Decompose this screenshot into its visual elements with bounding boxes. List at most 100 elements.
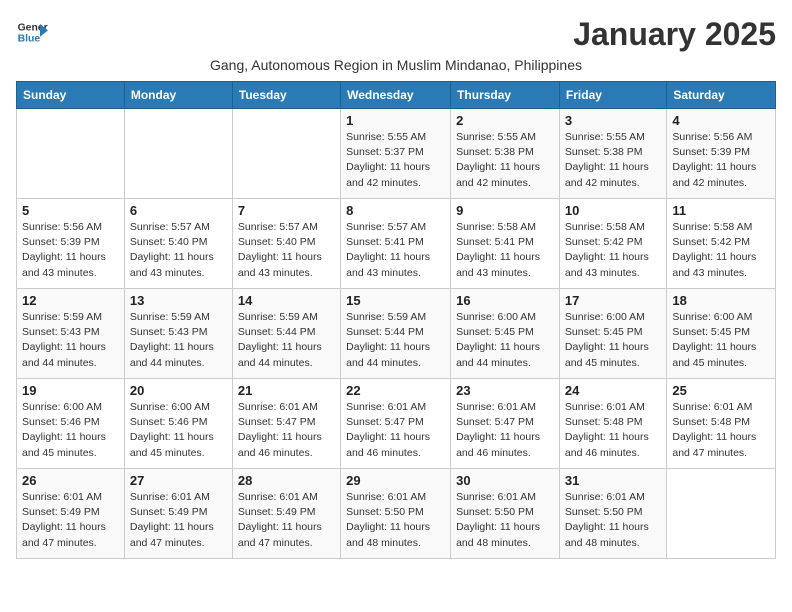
calendar-cell: 18Sunrise: 6:00 AM Sunset: 5:45 PM Dayli… [667, 289, 776, 379]
day-info: Sunrise: 5:56 AM Sunset: 5:39 PM Dayligh… [672, 130, 770, 191]
calendar-cell: 23Sunrise: 6:01 AM Sunset: 5:47 PM Dayli… [451, 379, 560, 469]
calendar-cell: 21Sunrise: 6:01 AM Sunset: 5:47 PM Dayli… [232, 379, 340, 469]
day-number: 8 [346, 203, 445, 218]
day-info: Sunrise: 6:01 AM Sunset: 5:47 PM Dayligh… [238, 400, 335, 461]
page-subtitle: Gang, Autonomous Region in Muslim Mindan… [16, 57, 776, 73]
day-info: Sunrise: 5:55 AM Sunset: 5:38 PM Dayligh… [565, 130, 661, 191]
day-number: 17 [565, 293, 661, 308]
day-number: 10 [565, 203, 661, 218]
calendar-cell: 2Sunrise: 5:55 AM Sunset: 5:38 PM Daylig… [451, 109, 560, 199]
calendar-cell: 25 Sunrise: 6:01 AM Sunset: 5:48 PM Dayli… [667, 379, 776, 469]
day-number: 26 [22, 473, 119, 488]
title-block: January 2025 [573, 16, 776, 53]
calendar-cell: 6 Sunrise: 5:57 AM Sunset: 5:40 PM Daylig… [124, 199, 232, 289]
day-info: Sunrise: 5:59 AM Sunset: 5:43 PM Dayligh… [22, 310, 119, 371]
calendar-cell: 9 Sunrise: 5:58 AM Sunset: 5:41 PM Daylig… [451, 199, 560, 289]
day-number: 30 [456, 473, 554, 488]
day-info: Sunrise: 6:01 AM Sunset: 5:50 PM Dayligh… [456, 490, 554, 551]
day-number: 22 [346, 383, 445, 398]
day-number: 1 [346, 113, 445, 128]
calendar-cell: 27Sunrise: 6:01 AM Sunset: 5:49 PM Dayli… [124, 469, 232, 559]
day-info: Sunrise: 5:57 AM Sunset: 5:41 PM Dayligh… [346, 220, 445, 281]
calendar-cell: 16 Sunrise: 6:00 AM Sunset: 5:45 PM Dayli… [451, 289, 560, 379]
calendar-table: SundayMondayTuesdayWednesdayThursdayFrid… [16, 81, 776, 559]
day-number: 14 [238, 293, 335, 308]
day-number: 7 [238, 203, 335, 218]
calendar-cell: 8 Sunrise: 5:57 AM Sunset: 5:41 PM Daylig… [341, 199, 451, 289]
calendar-week-5: 26 Sunrise: 6:01 AM Sunset: 5:49 PM Dayli… [17, 469, 776, 559]
calendar-cell: 22Sunrise: 6:01 AM Sunset: 5:47 PM Dayli… [341, 379, 451, 469]
calendar-cell: 30 Sunrise: 6:01 AM Sunset: 5:50 PM Dayli… [451, 469, 560, 559]
calendar-cell: 12 Sunrise: 5:59 AM Sunset: 5:43 PM Dayli… [17, 289, 125, 379]
day-number: 11 [672, 203, 770, 218]
calendar-cell: 4 Sunrise: 5:56 AM Sunset: 5:39 PM Daylig… [667, 109, 776, 199]
day-info: Sunrise: 6:01 AM Sunset: 5:48 PM Dayligh… [565, 400, 661, 461]
calendar-cell [667, 469, 776, 559]
day-info: Sunrise: 5:58 AM Sunset: 5:42 PM Dayligh… [565, 220, 661, 281]
calendar-week-2: 5 Sunrise: 5:56 AM Sunset: 5:39 PM Daylig… [17, 199, 776, 289]
calendar-cell: 28Sunrise: 6:01 AM Sunset: 5:49 PM Dayli… [232, 469, 340, 559]
calendar-cell: 10 Sunrise: 5:58 AM Sunset: 5:42 PM Dayli… [559, 199, 666, 289]
day-info: Sunrise: 5:55 AM Sunset: 5:37 PM Dayligh… [346, 130, 445, 191]
day-info: Sunrise: 6:01 AM Sunset: 5:49 PM Dayligh… [22, 490, 119, 551]
calendar-cell: 5 Sunrise: 5:56 AM Sunset: 5:39 PM Daylig… [17, 199, 125, 289]
calendar-cell: 11 Sunrise: 5:58 AM Sunset: 5:42 PM Dayli… [667, 199, 776, 289]
calendar-cell: 29 Sunrise: 6:01 AM Sunset: 5:50 PM Dayli… [341, 469, 451, 559]
calendar-cell: 24 Sunrise: 6:01 AM Sunset: 5:48 PM Dayli… [559, 379, 666, 469]
logo: General Blue [16, 16, 48, 48]
day-info: Sunrise: 5:58 AM Sunset: 5:41 PM Dayligh… [456, 220, 554, 281]
day-info: Sunrise: 5:59 AM Sunset: 5:43 PM Dayligh… [130, 310, 227, 371]
weekday-friday: Friday [559, 82, 666, 109]
day-info: Sunrise: 5:59 AM Sunset: 5:44 PM Dayligh… [346, 310, 445, 371]
day-number: 25 [672, 383, 770, 398]
weekday-monday: Monday [124, 82, 232, 109]
svg-text:Blue: Blue [18, 34, 41, 45]
day-number: 4 [672, 113, 770, 128]
day-info: Sunrise: 6:01 AM Sunset: 5:50 PM Dayligh… [565, 490, 661, 551]
logo-icon: General Blue [16, 16, 48, 48]
day-info: Sunrise: 5:56 AM Sunset: 5:39 PM Dayligh… [22, 220, 119, 281]
calendar-cell: 15 Sunrise: 5:59 AM Sunset: 5:44 PM Dayli… [341, 289, 451, 379]
day-number: 12 [22, 293, 119, 308]
day-number: 9 [456, 203, 554, 218]
day-number: 20 [130, 383, 227, 398]
calendar-cell: 17 Sunrise: 6:00 AM Sunset: 5:45 PM Dayli… [559, 289, 666, 379]
day-number: 24 [565, 383, 661, 398]
day-info: Sunrise: 6:00 AM Sunset: 5:45 PM Dayligh… [565, 310, 661, 371]
calendar-cell: 14Sunrise: 5:59 AM Sunset: 5:44 PM Dayli… [232, 289, 340, 379]
page-header: General Blue January 2025 [16, 16, 776, 53]
day-number: 13 [130, 293, 227, 308]
day-number: 15 [346, 293, 445, 308]
day-number: 28 [238, 473, 335, 488]
weekday-sunday: Sunday [17, 82, 125, 109]
day-number: 16 [456, 293, 554, 308]
calendar-cell: 20 Sunrise: 6:00 AM Sunset: 5:46 PM Dayli… [124, 379, 232, 469]
calendar-cell: 3 Sunrise: 5:55 AM Sunset: 5:38 PM Daylig… [559, 109, 666, 199]
day-number: 6 [130, 203, 227, 218]
weekday-thursday: Thursday [451, 82, 560, 109]
day-number: 3 [565, 113, 661, 128]
day-info: Sunrise: 6:00 AM Sunset: 5:45 PM Dayligh… [456, 310, 554, 371]
day-info: Sunrise: 5:57 AM Sunset: 5:40 PM Dayligh… [238, 220, 335, 281]
day-info: Sunrise: 6:01 AM Sunset: 5:49 PM Dayligh… [130, 490, 227, 551]
calendar-week-1: 1 Sunrise: 5:55 AM Sunset: 5:37 PM Daylig… [17, 109, 776, 199]
weekday-saturday: Saturday [667, 82, 776, 109]
calendar-cell [232, 109, 340, 199]
day-number: 23 [456, 383, 554, 398]
day-info: Sunrise: 6:01 AM Sunset: 5:50 PM Dayligh… [346, 490, 445, 551]
day-number: 19 [22, 383, 119, 398]
day-info: Sunrise: 5:58 AM Sunset: 5:42 PM Dayligh… [672, 220, 770, 281]
day-number: 5 [22, 203, 119, 218]
day-number: 29 [346, 473, 445, 488]
calendar-cell: 26 Sunrise: 6:01 AM Sunset: 5:49 PM Dayli… [17, 469, 125, 559]
calendar-cell: 31 Sunrise: 6:01 AM Sunset: 5:50 PM Dayli… [559, 469, 666, 559]
calendar-week-3: 12 Sunrise: 5:59 AM Sunset: 5:43 PM Dayli… [17, 289, 776, 379]
day-info: Sunrise: 5:57 AM Sunset: 5:40 PM Dayligh… [130, 220, 227, 281]
month-title: January 2025 [573, 16, 776, 53]
day-number: 18 [672, 293, 770, 308]
day-info: Sunrise: 6:00 AM Sunset: 5:46 PM Dayligh… [130, 400, 227, 461]
day-info: Sunrise: 6:01 AM Sunset: 5:48 PM Dayligh… [672, 400, 770, 461]
day-number: 31 [565, 473, 661, 488]
day-info: Sunrise: 6:00 AM Sunset: 5:46 PM Dayligh… [22, 400, 119, 461]
calendar-cell: 1 Sunrise: 5:55 AM Sunset: 5:37 PM Daylig… [341, 109, 451, 199]
